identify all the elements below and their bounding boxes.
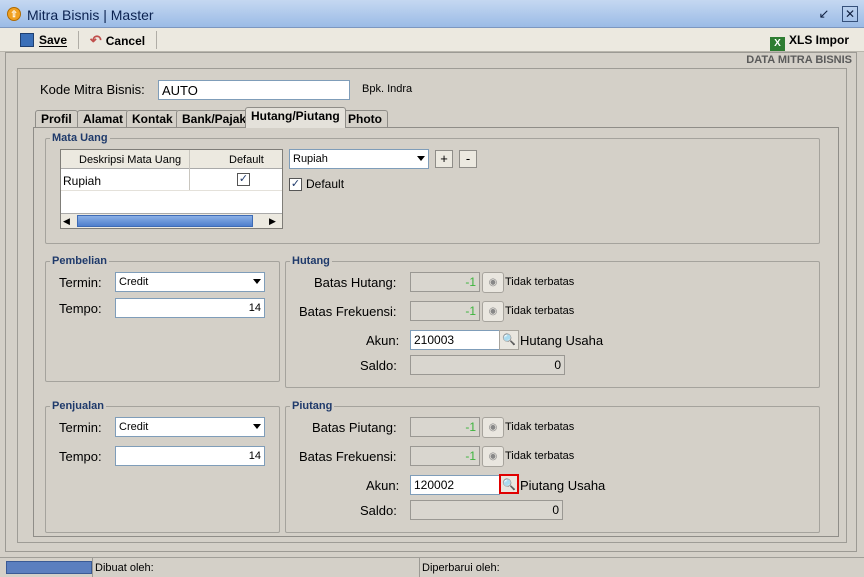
batas-frekuensi-piutang-input[interactable]: -1: [410, 446, 480, 466]
section-title: DATA MITRA BISNIS: [746, 54, 852, 66]
row-default-checkbox[interactable]: ✓: [237, 173, 250, 186]
pembelian-termin-select[interactable]: Credit: [115, 272, 265, 292]
row-deskripsi[interactable]: Rupiah: [63, 174, 101, 188]
akun-hutang-input[interactable]: 210003: [410, 330, 500, 350]
undo-icon: ↶: [90, 32, 102, 48]
save-label: Save: [39, 33, 68, 47]
chevron-down-icon: [417, 156, 425, 161]
pembelian-termin-label: Termin:: [59, 275, 102, 290]
add-currency-button[interactable]: +: [435, 150, 453, 168]
penjualan-tempo-label: Tempo:: [59, 449, 102, 464]
xls-import-button[interactable]: X XLS Impor: [770, 31, 850, 51]
close-icon[interactable]: ✕: [842, 6, 858, 22]
pembelian-tempo-input[interactable]: 14: [115, 298, 265, 318]
xls-label: XLS Impor: [789, 33, 850, 47]
save-button[interactable]: Save: [20, 31, 67, 49]
batas-hutang-input[interactable]: -1: [410, 272, 480, 292]
horizontal-scrollbar[interactable]: ◀ ▶: [61, 213, 282, 228]
scroll-left-icon[interactable]: ◀: [63, 216, 70, 227]
batas-hutang-hint: Tidak terbatas: [505, 276, 575, 288]
search-icon[interactable]: 🔍: [499, 474, 519, 494]
status-bar: Dibuat oleh: Diperbarui oleh:: [0, 557, 864, 577]
chevron-down-icon: [253, 424, 261, 429]
mata-uang-title: Mata Uang: [50, 132, 110, 144]
excel-icon: X: [770, 37, 785, 51]
cancel-label: Cancel: [105, 34, 146, 48]
currency-select-value: Rupiah: [293, 153, 328, 165]
batas-frekuensi-hutang-input[interactable]: -1: [410, 301, 480, 321]
scroll-right-icon[interactable]: ▶: [269, 216, 276, 227]
akun-piutang-name: Piutang Usaha: [520, 478, 606, 493]
batas-frekuensi-piutang-label: Batas Frekuensi:: [299, 449, 397, 464]
akun-piutang-label: Akun:: [366, 478, 400, 493]
eye-icon[interactable]: ◉: [482, 446, 504, 467]
kode-label: Kode Mitra Bisnis:: [40, 82, 145, 97]
column-header-default[interactable]: Default: [229, 154, 264, 166]
penjualan-termin-label: Termin:: [59, 420, 102, 435]
batas-piutang-input[interactable]: -1: [410, 417, 480, 437]
app-icon: ⇧: [7, 7, 21, 21]
title-bar: ⇧ Mitra Bisnis | Master ↙ ✕: [0, 0, 864, 28]
scroll-thumb[interactable]: [77, 215, 253, 227]
penjualan-title: Penjualan: [50, 400, 106, 412]
penjualan-tempo-input[interactable]: 14: [115, 446, 265, 466]
batas-frekuensi-hutang-label: Batas Frekuensi:: [299, 304, 397, 319]
chevron-down-icon: [253, 279, 261, 284]
batas-frekuensi-hutang-hint: Tidak terbatas: [505, 305, 575, 317]
diperbarui-label: Diperbarui oleh:: [422, 562, 500, 574]
saldo-hutang-label: Saldo:: [360, 358, 397, 373]
akun-piutang-input[interactable]: 120002: [410, 475, 500, 495]
eye-icon[interactable]: ◉: [482, 272, 504, 293]
penjualan-termin-value: Credit: [119, 421, 149, 433]
saldo-piutang-label: Saldo:: [360, 503, 397, 518]
pembelian-termin-value: Credit: [119, 276, 149, 288]
piutang-title: Piutang: [290, 400, 335, 412]
mata-uang-table: Deskripsi Mata Uang Default Rupiah ✓ ◀ ▶: [60, 149, 283, 229]
tab-bank-pajak[interactable]: Bank/Pajak: [176, 110, 253, 128]
tab-hutang-piutang[interactable]: Hutang/Piutang: [245, 107, 346, 128]
tab-profil[interactable]: Profil: [35, 110, 78, 128]
toolbar-divider: [78, 31, 79, 49]
remove-currency-button[interactable]: -: [459, 150, 477, 168]
tab-kontak[interactable]: Kontak: [126, 110, 179, 128]
floppy-icon: [20, 33, 34, 47]
batas-frekuensi-piutang-hint: Tidak terbatas: [505, 450, 575, 462]
search-icon[interactable]: 🔍: [499, 330, 519, 350]
saldo-piutang-value: 0: [410, 500, 563, 520]
currency-select[interactable]: Rupiah: [289, 149, 429, 169]
default-checkbox[interactable]: ✓: [289, 178, 302, 191]
window-title: Mitra Bisnis | Master: [27, 7, 154, 23]
akun-hutang-name: Hutang Usaha: [520, 333, 604, 348]
toolbar-divider: [156, 31, 157, 49]
kode-input[interactable]: [158, 80, 350, 100]
pembelian-title: Pembelian: [50, 255, 110, 267]
saldo-hutang-value: 0: [410, 355, 565, 375]
dibuat-label: Dibuat oleh:: [95, 562, 154, 574]
toolbar: Save ↶ Cancel X XLS Impor: [0, 28, 864, 52]
user-hint: Bpk. Indra: [362, 83, 413, 95]
batas-piutang-label: Batas Piutang:: [312, 420, 397, 435]
eye-icon[interactable]: ◉: [482, 417, 504, 438]
restore-icon[interactable]: ↙: [816, 6, 832, 22]
eye-icon[interactable]: ◉: [482, 301, 504, 322]
column-header-deskripsi[interactable]: Deskripsi Mata Uang: [79, 154, 181, 166]
progress-indicator: [6, 561, 92, 574]
hutang-title: Hutang: [290, 255, 332, 267]
cancel-button[interactable]: ↶ Cancel: [90, 31, 145, 49]
tab-photo[interactable]: Photo: [342, 110, 388, 128]
akun-hutang-label: Akun:: [366, 333, 400, 348]
penjualan-termin-select[interactable]: Credit: [115, 417, 265, 437]
batas-piutang-hint: Tidak terbatas: [505, 421, 575, 433]
pembelian-tempo-label: Tempo:: [59, 301, 102, 316]
batas-hutang-label: Batas Hutang:: [314, 275, 397, 290]
default-label: Default: [306, 177, 345, 191]
tab-alamat[interactable]: Alamat: [77, 110, 130, 128]
